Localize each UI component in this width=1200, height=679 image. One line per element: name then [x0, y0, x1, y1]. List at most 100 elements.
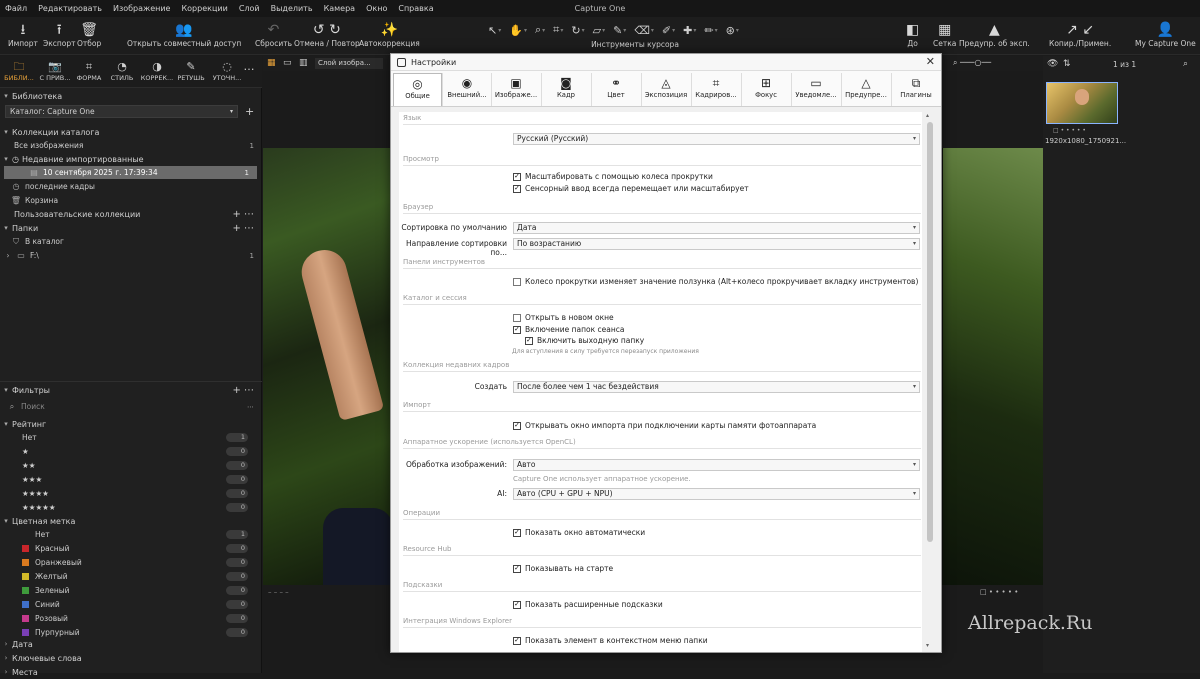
filmstrip-icon[interactable]: ▥ — [299, 58, 308, 68]
language-select[interactable]: Русский (Русский) ▾ — [513, 133, 920, 145]
tab-focus[interactable]: ⊞ Фокус — [741, 73, 790, 106]
add-icon[interactable]: + ⋯ — [232, 385, 254, 396]
rating-filter-row[interactable]: ★★★ 0 — [0, 473, 262, 486]
menu-window[interactable]: Окно — [366, 4, 387, 13]
keywords-header[interactable]: › Ключевые слова — [0, 651, 262, 665]
color-filter-row[interactable]: Розовый 0 — [0, 612, 262, 625]
drive-item[interactable]: › ▭ F:\ 1 — [0, 249, 262, 262]
thumbnail-rating[interactable]: □ • • • • • — [1053, 127, 1086, 134]
recent-captures-item[interactable]: ◷ последние кадры — [0, 180, 262, 193]
thumbnail[interactable] — [1046, 82, 1118, 124]
catalog-collections-header[interactable]: ▾ Коллекции каталога — [0, 125, 262, 139]
undo-redo-button[interactable]: ↺ ↻ Отмена / Повтор — [294, 21, 360, 48]
exposure-warning-button[interactable]: ▲ Предупр. об эксп. — [959, 21, 1030, 48]
copy-apply-button[interactable]: ↗ ↙ Копир./Примен. — [1049, 21, 1111, 48]
before-button[interactable]: ◧ До — [906, 21, 919, 48]
search-icon[interactable]: ⌕ — [1183, 59, 1188, 69]
menu-image[interactable]: Изображение — [113, 4, 171, 13]
menu-adjustments[interactable]: Коррекции — [181, 4, 227, 13]
rating-header[interactable]: ▾ Рейтинг — [0, 417, 262, 431]
grid-view-icon[interactable]: ▦ — [267, 58, 276, 68]
user-collections-header[interactable]: Пользовательские коллекции + ⋯ — [0, 207, 262, 221]
menu-layer[interactable]: Слой — [239, 4, 260, 13]
session-folders-checkbox[interactable]: ✓ Включение папок сеанса — [513, 325, 624, 334]
brush-tool[interactable]: ✎ ▾ — [613, 24, 626, 37]
menu-camera[interactable]: Камера — [324, 4, 356, 13]
extended-tips-checkbox[interactable]: ✓ Показать расширенные подсказки — [513, 600, 663, 609]
tab-color[interactable]: ⚭ Цвет — [591, 73, 640, 106]
trash-item[interactable]: 🗑 Корзина — [0, 194, 262, 207]
add-catalog-icon[interactable]: + — [245, 105, 254, 118]
sort-direction-select[interactable]: По возрастанию ▾ — [513, 238, 920, 250]
show-window-checkbox[interactable]: ✓ Показать окно автоматически — [513, 528, 645, 537]
heal-tool[interactable]: ✚ ▾ — [683, 24, 696, 37]
share-button[interactable]: 👥 Открыть совместный доступ — [127, 21, 241, 48]
zoom-icon[interactable]: ⌕ ───○── — [953, 58, 991, 68]
filter-search[interactable]: ⌕ Поиск ⋯ — [0, 400, 262, 413]
ai-select[interactable]: Авто (CPU + GPU + NPU) ▾ — [513, 488, 920, 500]
import-button[interactable]: ⭳ Импорт — [8, 21, 38, 48]
tab-crop[interactable]: ⌗ Кадриров... — [691, 73, 740, 106]
menu-help[interactable]: Справка — [398, 4, 433, 13]
menu-select[interactable]: Выделить — [271, 4, 313, 13]
folders-header[interactable]: ▾ Папки + ⋯ — [0, 221, 262, 235]
scrollbar-thumb[interactable] — [927, 122, 933, 542]
show-on-start-checkbox[interactable]: ✓ Показывать на старте — [513, 564, 613, 573]
add-icon[interactable]: + ⋯ — [232, 209, 254, 220]
more-tabs-button[interactable]: … — [238, 59, 260, 74]
layer-select[interactable]: Слой изобра... — [315, 58, 383, 69]
crop-tool[interactable]: ⌗ ▾ — [553, 23, 563, 37]
tab-exposure[interactable]: ◬ Экспозиция — [641, 73, 690, 106]
preferences-scrollbar[interactable]: ▴ ▾ — [925, 112, 935, 652]
color-filter-row[interactable]: Желтый 0 — [0, 570, 262, 583]
rotate-tool[interactable]: ↻ ▾ — [571, 24, 584, 37]
sort-icon[interactable]: ⇅ — [1063, 59, 1071, 69]
import-card-checkbox[interactable]: ✓ Открывать окно импорта при подключении … — [513, 421, 816, 430]
open-new-window-checkbox[interactable]: Открыть в новом окне — [513, 313, 614, 322]
filters-header[interactable]: ▾ Фильтры + ⋯ — [0, 383, 262, 397]
recent-imports-header[interactable]: ▾ ◷ Недавние импортированные — [0, 152, 262, 166]
output-folder-checkbox[interactable]: ✓ Включить выходную папку — [525, 336, 644, 345]
zoom-tool[interactable]: ⌕ ▾ — [535, 23, 545, 37]
keystone-tool[interactable]: ⏥ ▾ — [593, 24, 605, 37]
grid-button[interactable]: ▦ Сетка — [933, 21, 956, 48]
color-filter-row[interactable]: Нет 1 — [0, 528, 262, 541]
color-filter-row[interactable]: Красный 0 — [0, 542, 262, 555]
close-icon[interactable]: ✕ — [926, 55, 935, 68]
tab-notifications[interactable]: ▭ Уведомле... — [791, 73, 840, 106]
select-button[interactable]: 🗑 Отбор — [77, 21, 101, 48]
scroll-down-icon[interactable]: ▾ — [926, 642, 929, 649]
tab-style[interactable]: ◔ СТИЛЬ — [103, 59, 141, 82]
annotation-tool[interactable]: ✏ ▾ — [704, 24, 717, 37]
tab-warnings[interactable]: △ Предупре... — [841, 73, 890, 106]
create-select[interactable]: После более чем 1 час бездействия ▾ — [513, 381, 920, 393]
menu-edit[interactable]: Редактировать — [38, 4, 102, 13]
menu-file[interactable]: Файл — [5, 4, 27, 13]
color-filter-row[interactable]: Зеленый 0 — [0, 584, 262, 597]
scroll-zoom-checkbox[interactable]: ✓ Масштабировать с помощью колеса прокрут… — [513, 172, 713, 181]
color-filter-row[interactable]: Оранжевый 0 — [0, 556, 262, 569]
pan-tool[interactable]: ✋ ▾ — [509, 24, 527, 37]
eye-icon[interactable]: 👁 — [1047, 59, 1058, 69]
account-button[interactable]: 👤 My Capture One — [1135, 21, 1196, 48]
catalog-select[interactable]: Каталог: Capture One ▾ — [5, 105, 238, 118]
tab-adjust[interactable]: ◑ КОРРЕК... — [138, 59, 176, 82]
single-view-icon[interactable]: ▭ — [283, 58, 292, 68]
pointer-tool[interactable]: ↖ ▾ — [488, 24, 501, 37]
context-menu-checkbox[interactable]: ✓ Показать элемент в контекстном меню пап… — [513, 636, 708, 645]
rating-filter-row[interactable]: ★ 0 — [0, 445, 262, 458]
scroll-slider-checkbox[interactable]: Колесо прокрутки изменяет значение ползу… — [513, 277, 918, 286]
rating-filter-row[interactable]: ★★★★★ 0 — [0, 501, 262, 514]
places-header[interactable]: › Места — [0, 665, 262, 679]
in-catalog-item[interactable]: ⛉ В каталог — [0, 235, 262, 248]
all-images-item[interactable]: Все изображения 1 — [0, 139, 262, 152]
tab-capture[interactable]: 📷 С ПРИВ... — [36, 59, 74, 82]
picker-tool[interactable]: ✐ ▾ — [662, 24, 675, 37]
tab-retouch[interactable]: ✎ РЕТУШЬ — [172, 59, 210, 82]
color-picker-tool[interactable]: ⊛ ▾ — [726, 24, 739, 37]
tab-image[interactable]: ▣ Изображе... — [491, 73, 540, 106]
rating-filter-row[interactable]: ★★ 0 — [0, 459, 262, 472]
reset-button[interactable]: ↶ Сбросить — [255, 21, 292, 48]
tab-capture[interactable]: ◙ Кадр — [541, 73, 590, 106]
color-label-header[interactable]: ▾ Цветная метка — [0, 514, 262, 528]
